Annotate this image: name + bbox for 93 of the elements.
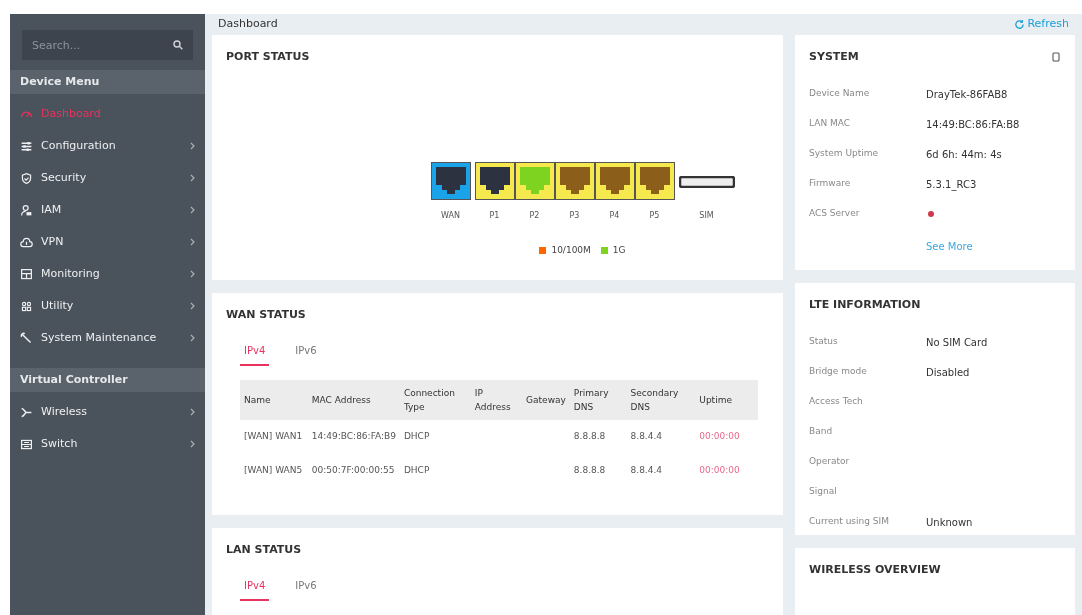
- page-title: Dashboard: [218, 16, 278, 32]
- legend-label: 1G: [612, 244, 626, 257]
- tab[interactable]: IPv4: [240, 343, 270, 366]
- search-icon[interactable]: [173, 40, 183, 50]
- tab[interactable]: IPv6: [291, 578, 321, 601]
- column-header: Connection Type: [399, 380, 471, 420]
- card-title: PORT STATUS: [226, 48, 311, 65]
- port-label: P3: [569, 210, 580, 222]
- field-label: System Uptime: [809, 147, 880, 161]
- port-label: P5: [649, 210, 660, 222]
- card-title: WAN STATUS: [226, 306, 307, 323]
- sidebar-item[interactable]: Configuration: [10, 130, 205, 162]
- switch-icon: [20, 437, 33, 451]
- card-title: SYSTEM: [809, 48, 859, 65]
- column-header: Uptime: [695, 380, 758, 420]
- monitor-icon: [20, 267, 33, 281]
- table-cell-text: [WAN] WAN5: [243, 464, 304, 478]
- chevron-right-icon: [190, 174, 195, 182]
- port-label: SIM: [699, 210, 714, 222]
- field-label: Operator: [809, 455, 851, 469]
- sliders-icon: [20, 139, 33, 153]
- legend-label: 10/100M: [551, 244, 591, 257]
- section-header: Device Menu: [10, 70, 205, 94]
- tab[interactable]: IPv6: [291, 343, 321, 366]
- field-value: Disabled: [926, 365, 970, 380]
- table-cell-text: 00:00:00: [698, 464, 741, 478]
- chevron-right-icon: [190, 440, 195, 448]
- field-label: Signal: [809, 485, 838, 499]
- field-value: 6d 6h: 44m: 4s: [926, 147, 1002, 162]
- sidebar-item[interactable]: Wireless: [10, 396, 205, 428]
- port-label: WAN: [441, 210, 460, 222]
- field-label: Access Tech: [809, 395, 864, 409]
- field-label: Bridge mode: [809, 365, 868, 379]
- column-header: MAC Address: [307, 380, 400, 420]
- column-header: IP Address: [470, 380, 523, 420]
- sidebar-item[interactable]: VPN: [10, 226, 205, 258]
- user-icon: [20, 203, 33, 217]
- table-cell: 8.8.4.4: [626, 420, 696, 454]
- column-header: Gateway: [522, 380, 570, 420]
- card-title: LTE INFORMATION: [809, 296, 922, 313]
- field-label: LAN MAC: [809, 117, 852, 131]
- field-value: 14:49:BC:86:FA:B8: [926, 117, 1020, 132]
- tab[interactable]: IPv4: [240, 578, 270, 601]
- field-label: Firmware: [809, 177, 852, 191]
- table-cell: [WAN] WAN1: [240, 420, 308, 454]
- field-label: Device Name: [809, 87, 871, 101]
- chevron-right-icon: [190, 408, 195, 416]
- field-label: ACS Server: [809, 207, 861, 221]
- table-cell-text: 00:50:7F:00:00:55: [310, 464, 396, 478]
- branch-icon: [20, 405, 33, 419]
- field-label: Current using SIM: [809, 515, 890, 529]
- table-cell: 8.8.8.8: [569, 420, 627, 454]
- grid-icon: [20, 299, 33, 313]
- search-field[interactable]: Search...: [22, 30, 193, 60]
- field-value: 5.3.1_RC3: [926, 177, 977, 192]
- wrench-icon: [20, 331, 33, 345]
- table-cell-text: DHCP: [402, 464, 431, 478]
- chevron-right-icon: [190, 238, 195, 246]
- port-label: P1: [489, 210, 500, 222]
- column-header: Primary DNS: [569, 380, 627, 420]
- chevron-right-icon: [190, 270, 195, 278]
- sidebar-item[interactable]: System Maintenance: [10, 322, 205, 354]
- sim-slot-icon: [678, 176, 735, 188]
- table-cell: 00:00:00: [695, 420, 758, 454]
- sidebar-item[interactable]: Security: [10, 162, 205, 194]
- sidebar-item[interactable]: IAM: [10, 194, 205, 226]
- field-value: No SIM Card: [926, 335, 988, 350]
- sidebar-item[interactable]: Monitoring: [10, 258, 205, 290]
- field-value: Unknown: [926, 515, 973, 530]
- chevron-right-icon: [190, 302, 195, 310]
- shield-icon: [20, 171, 33, 185]
- table-cell: DHCP: [399, 420, 471, 454]
- port-label: P4: [609, 210, 620, 222]
- column-header: Name: [240, 380, 308, 420]
- sidebar-item[interactable]: Utility: [10, 290, 205, 322]
- cloud-icon: [20, 235, 33, 249]
- port-label: P2: [529, 210, 540, 222]
- table-cell-text: 8.8.4.4: [629, 464, 664, 478]
- table-cell: 14:49:BC:86:FA:B9: [307, 420, 400, 454]
- table-cell-text: 8.8.8.8: [572, 464, 607, 478]
- sidebar-item[interactable]: Switch: [10, 428, 205, 460]
- column-header: Secondary DNS: [626, 380, 696, 420]
- copy-icon[interactable]: [1051, 51, 1061, 62]
- card-title: WIRELESS OVERVIEW: [809, 561, 942, 578]
- refresh-icon: [1014, 18, 1026, 30]
- card-title: LAN STATUS: [226, 541, 303, 558]
- field-value: DrayTek-86FAB8: [926, 87, 1008, 102]
- field-label: Band: [809, 425, 834, 439]
- section-header: Virtual Controller: [10, 368, 205, 392]
- chevron-right-icon: [190, 142, 195, 150]
- field-label: Status: [809, 335, 839, 349]
- chevron-right-icon: [190, 206, 195, 214]
- chevron-right-icon: [190, 334, 195, 342]
